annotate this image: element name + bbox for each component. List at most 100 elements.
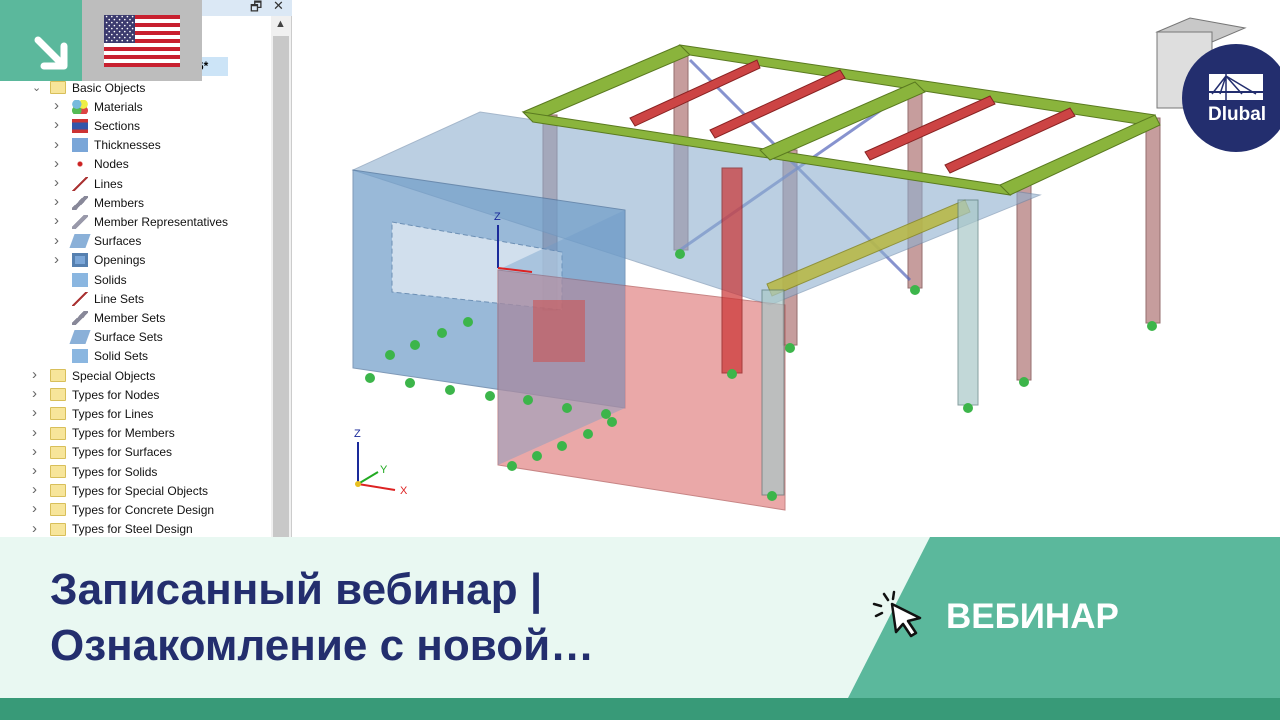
tree-item-label: Types for Lines — [72, 406, 154, 421]
webinar-title: Записанный вебинар | Ознакомление с ново… — [50, 562, 594, 674]
tree-item[interactable]: Member Representatives — [72, 212, 228, 231]
tree-item[interactable]: Types for Steel Design — [50, 520, 193, 539]
local-axis-z-label: Z — [494, 211, 501, 223]
tree-item[interactable]: Surfaces — [69, 232, 142, 251]
tree-item-label: Sections — [94, 118, 141, 133]
tree-item-label: Types for Concrete Design — [72, 502, 215, 517]
close-icon[interactable]: ✕ — [273, 0, 284, 14]
tree-item-label: Thicknesses — [94, 138, 161, 153]
expand-chevron-icon[interactable]: › — [54, 232, 64, 249]
tree-item[interactable]: Sections — [72, 116, 140, 135]
tree-item-label: Member Sets — [94, 310, 166, 325]
expand-chevron-icon[interactable]: › — [32, 520, 42, 537]
us-flag-icon — [104, 15, 180, 67]
tree-item-label: Solid Sets — [94, 349, 149, 364]
3d-model-viewport[interactable]: Z X Y Z — [293, 0, 1280, 537]
dlubal-logo — [1182, 44, 1280, 152]
tree-item-label: Openings — [94, 253, 146, 268]
tree-item-label: Types for Members — [72, 426, 175, 441]
expand-chevron-icon[interactable]: › — [54, 136, 64, 153]
bridge-logo-icon — [1209, 74, 1263, 100]
thicknesses-icon — [72, 138, 88, 153]
expand-chevron-icon[interactable]: › — [32, 462, 42, 479]
tree-item-label: Surfaces — [94, 234, 142, 249]
folder-icon — [50, 465, 66, 478]
tree-item-label: Nodes — [94, 157, 129, 172]
folder-icon — [50, 388, 66, 402]
tree-item-label: Types for Solids — [72, 464, 158, 479]
tree-item-label: Materials — [94, 99, 143, 114]
expand-chevron-icon[interactable]: › — [54, 193, 64, 210]
expand-chevron-icon[interactable]: › — [54, 212, 64, 229]
tree-item[interactable]: Member Sets — [72, 308, 165, 327]
tree-item[interactable]: Types for Concrete Design — [50, 500, 214, 519]
webinar-badge-label: ВЕБИНАР — [946, 597, 1119, 636]
scrollbar-thumb[interactable] — [273, 36, 289, 537]
tree-item[interactable]: Types for Surfaces — [50, 443, 172, 462]
sections-icon — [72, 118, 88, 133]
expand-chevron-icon[interactable]: › — [54, 155, 64, 172]
bottom-strip — [0, 698, 1280, 720]
expand-chevron-icon[interactable]: › — [54, 97, 64, 114]
folder-icon — [50, 484, 66, 498]
expand-chevron-icon[interactable]: › — [54, 174, 64, 191]
tree-item[interactable]: Solids — [72, 270, 127, 289]
tree-item-label: Basic Objects — [72, 80, 146, 95]
tree-item-label: Member Representatives — [94, 214, 229, 229]
tree-item-label: Types for Nodes — [72, 387, 160, 402]
nodes-icon — [72, 157, 88, 172]
tree-item[interactable]: Materials — [72, 97, 143, 116]
scroll-up-icon[interactable]: ▲ — [275, 18, 286, 30]
tree-item[interactable]: Surface Sets — [69, 328, 163, 347]
expand-chevron-icon[interactable]: › — [32, 443, 42, 460]
materials-icon — [72, 99, 88, 114]
tree-item[interactable]: Line Sets — [72, 289, 144, 308]
collapse-chevron-icon[interactable]: ⌄ — [32, 81, 42, 94]
folder-icon — [50, 407, 66, 421]
tree-item[interactable]: Openings — [72, 251, 145, 270]
expand-chevron-icon[interactable]: › — [32, 385, 42, 402]
expand-chevron-icon[interactable]: › — [54, 251, 64, 268]
arrow-down-right-icon — [34, 36, 68, 70]
tree-item[interactable]: Thicknesses — [72, 136, 161, 155]
line-sets-icon — [72, 291, 88, 306]
expand-chevron-icon[interactable]: › — [32, 500, 42, 517]
tree-item[interactable]: Special Objects — [50, 366, 155, 385]
tree-item-label: Line Sets — [94, 291, 145, 306]
surface-sets-icon — [69, 330, 91, 345]
tree-item[interactable]: Nodes — [72, 155, 129, 174]
tree-item[interactable]: Types for Solids — [50, 462, 157, 481]
folder-icon — [50, 426, 66, 440]
restore-icon[interactable]: 🗗 — [250, 0, 262, 20]
expand-chevron-icon[interactable]: › — [32, 424, 42, 441]
tree-item-label: Special Objects — [72, 368, 156, 383]
expand-chevron-icon[interactable]: › — [54, 116, 64, 133]
expand-chevron-icon[interactable]: › — [32, 366, 42, 383]
tree-item[interactable]: Types for Special Objects — [50, 481, 208, 500]
tree-item[interactable]: Types for Nodes — [50, 385, 159, 404]
surfaces-icon — [69, 234, 91, 249]
tree-item-label: Members — [94, 195, 145, 210]
expand-chevron-icon[interactable]: › — [32, 481, 42, 498]
tree-item[interactable]: Members — [72, 193, 144, 212]
axis-z-label: Z — [354, 428, 361, 440]
tree-item-label: Lines — [94, 176, 123, 191]
folder-icon — [50, 503, 66, 517]
tree-item-label: Surface Sets — [94, 330, 163, 345]
axis-x-label: X — [400, 485, 408, 497]
tree-item-label: Types for Surfaces — [72, 445, 173, 460]
expand-chevron-icon[interactable]: › — [32, 404, 42, 421]
solids-icon — [72, 272, 88, 287]
solid-sets-icon — [72, 349, 88, 364]
tree-item-label: Types for Steel Design — [72, 522, 193, 537]
tree-item[interactable]: Types for Lines — [50, 404, 153, 423]
logo-text: Dlubal — [1208, 104, 1267, 125]
tree-item[interactable]: Solid Sets — [72, 347, 148, 366]
openings-icon — [72, 253, 88, 268]
tree-item[interactable]: Types for Members — [50, 424, 175, 443]
tree-item[interactable]: Lines — [72, 174, 123, 193]
axis-y-label: Y — [380, 464, 388, 476]
tree-item-label: Types for Special Objects — [72, 483, 209, 498]
folder-icon — [50, 522, 66, 536]
member-representatives-icon — [72, 214, 88, 229]
